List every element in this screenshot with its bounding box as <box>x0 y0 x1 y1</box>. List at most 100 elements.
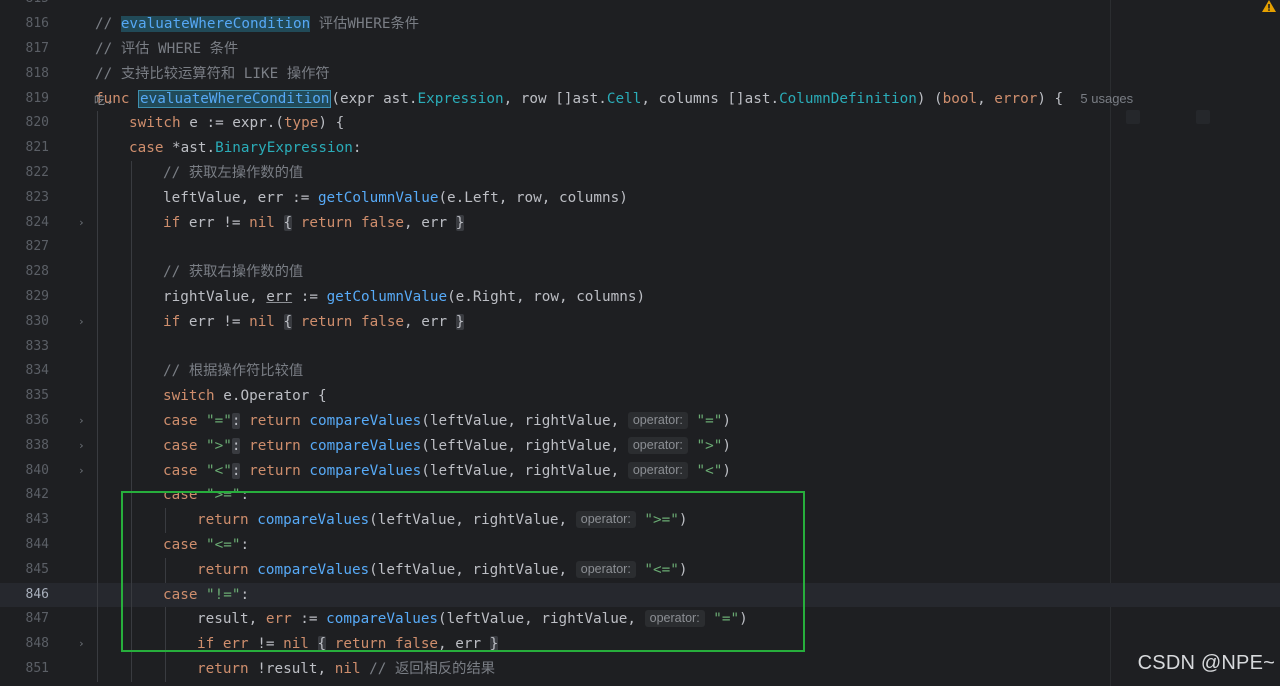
code-line[interactable]: 817 // 评估 WHERE 条件 <box>0 37 1280 62</box>
line-number[interactable]: 838 <box>0 434 49 459</box>
fold-expand-icon[interactable]: › <box>78 216 85 229</box>
code-line[interactable]: 828 // 获取右操作数的值 <box>0 260 1280 285</box>
line-number[interactable]: 829 <box>0 285 49 310</box>
line-number[interactable]: 834 <box>0 359 49 384</box>
code-token: if <box>163 313 189 330</box>
line-number[interactable]: 822 <box>0 161 49 186</box>
code-text[interactable]: case *ast.BinaryExpression: <box>129 136 361 161</box>
line-number[interactable]: 848 <box>0 632 49 657</box>
line-number[interactable]: 845 <box>0 558 49 583</box>
fold-expand-icon[interactable]: › <box>78 415 85 427</box>
code-text[interactable]: case ">": return compareValues(leftValue… <box>163 434 731 459</box>
code-text[interactable]: switch e.Operator { <box>163 384 327 409</box>
indent-guide <box>97 384 98 409</box>
code-token: nil <box>249 313 275 330</box>
line-number[interactable]: 833 <box>0 335 49 360</box>
line-number[interactable]: 816 <box>0 12 49 37</box>
line-number[interactable]: 844 <box>0 533 49 558</box>
usages-link[interactable]: 5 usages <box>1080 91 1133 106</box>
code-line[interactable]: 838 › case ">": return compareValues(leftV… <box>0 433 1280 459</box>
folded-region-marker[interactable]: } <box>455 313 465 330</box>
fold-expand-icon[interactable]: › <box>78 464 85 477</box>
line-number[interactable]: 847 <box>0 607 49 632</box>
code-editor[interactable]: 815816 // evaluateWhereCondition 评估WHERE条… <box>0 0 1280 686</box>
line-number[interactable]: 824 <box>0 211 49 236</box>
code-line[interactable]: 821 case *ast.BinaryExpression: <box>0 136 1280 161</box>
code-line[interactable]: 833 <box>0 334 1280 360</box>
line-number[interactable]: 821 <box>0 136 49 161</box>
code-line[interactable]: 815 <box>0 0 1280 12</box>
code-line[interactable]: 824 › if err != nil { return false, err } <box>0 210 1280 236</box>
line-number[interactable]: 823 <box>0 186 49 211</box>
line-number[interactable]: 820 <box>0 111 49 136</box>
line-number[interactable]: 830 <box>0 310 49 335</box>
line-number[interactable]: 836 <box>0 409 49 434</box>
code-line[interactable]: 830 › if err != nil { return false, err } <box>0 309 1280 335</box>
code-line[interactable]: 823 leftValue, err := getColumnValue(e.Le… <box>0 185 1280 211</box>
indent-guide <box>131 384 132 409</box>
code-text[interactable]: // 获取右操作数的值 <box>163 260 303 285</box>
line-number[interactable]: 827 <box>0 235 49 260</box>
code-line[interactable]: 820 switch e := expr.(type) { <box>0 111 1280 137</box>
code-text[interactable]: if err != nil { return false, err } <box>163 310 465 335</box>
code-text[interactable]: func evaluateWhereCondition (expr ast.Exp… <box>95 87 1133 112</box>
code-line[interactable]: 816 // evaluateWhereCondition 评估WHERE条件 <box>0 12 1280 37</box>
folded-region-marker[interactable]: { <box>283 313 293 330</box>
line-number[interactable]: 846 <box>0 583 49 608</box>
line-number[interactable]: 817 <box>0 37 49 62</box>
code-text[interactable]: switch e := expr.(type) { <box>129 111 344 136</box>
folded-region-marker[interactable]: } <box>455 214 465 231</box>
line-number[interactable]: 842 <box>0 483 49 508</box>
code-text[interactable]: case "<": return compareValues(leftValue… <box>163 459 731 484</box>
code-text[interactable]: case "=": return compareValues(leftValue… <box>163 409 731 434</box>
warning-icon[interactable] <box>1262 0 1276 12</box>
code-text[interactable]: return !result, nil // 返回相反的结果 <box>197 657 495 682</box>
indent-guide <box>97 582 98 608</box>
code-token: // <box>95 16 121 33</box>
fold-expand-icon[interactable]: › <box>78 638 85 650</box>
inlay-action-icon[interactable] <box>1126 110 1140 124</box>
git-annotation-marker[interactable]: 吃⌄ <box>94 92 114 108</box>
indent-guide <box>131 657 132 682</box>
code-text[interactable]: if err != nil { return false, err } <box>163 211 465 236</box>
indent-guide <box>131 185 132 211</box>
line-number[interactable]: 818 <box>0 62 49 87</box>
code-text[interactable]: // 评估 WHERE 条件 <box>95 37 238 62</box>
code-line[interactable]: 819 func evaluateWhereCondition (expr ast.… <box>0 87 1280 112</box>
parameter-hint: operator: <box>627 436 688 454</box>
code-text[interactable]: // 根据操作符比较值 <box>163 359 303 384</box>
inlay-settings-icon[interactable] <box>1196 110 1210 124</box>
line-number[interactable]: 828 <box>0 260 49 285</box>
code-text[interactable]: rightValue, err := getColumnValue(e.Righ… <box>163 285 645 310</box>
code-text[interactable]: leftValue, err := getColumnValue(e.Left,… <box>163 186 628 211</box>
folded-region-marker[interactable]: { <box>283 214 293 231</box>
code-line[interactable]: 829 rightValue, err := getColumnValue(e.R… <box>0 285 1280 310</box>
fold-expand-icon[interactable]: › <box>78 315 85 328</box>
code-line[interactable]: 818 // 支持比较运算符和 LIKE 操作符 <box>0 62 1280 87</box>
code-line[interactable]: 840 › case "<": return compareValues(leftV… <box>0 458 1280 484</box>
code-line[interactable]: 835 switch e.Operator { <box>0 384 1280 409</box>
code-token: "<" <box>687 462 723 479</box>
line-number[interactable]: 819 <box>0 87 49 112</box>
line-number[interactable]: 815 <box>0 0 49 12</box>
code-text[interactable]: // 获取左操作数的值 <box>163 161 303 186</box>
code-line[interactable]: 822 // 获取左操作数的值 <box>0 161 1280 186</box>
code-text[interactable]: // 支持比较运算符和 LIKE 操作符 <box>95 62 330 87</box>
line-number[interactable]: 851 <box>0 657 49 682</box>
code-line[interactable]: 851 return !result, nil // 返回相反的结果 <box>0 657 1280 682</box>
indent-guide <box>97 533 98 558</box>
code-token: , err <box>404 313 456 330</box>
code-line[interactable]: 834 // 根据操作符比较值 <box>0 359 1280 385</box>
line-number[interactable]: 840 <box>0 459 49 484</box>
code-token: ) ( <box>916 90 943 107</box>
line-number[interactable]: 835 <box>0 384 49 409</box>
line-number[interactable]: 843 <box>0 508 49 533</box>
indent-guide <box>97 185 98 211</box>
fold-expand-icon[interactable]: › <box>78 439 85 452</box>
code-token: ">" <box>687 437 723 454</box>
code-line[interactable]: 827 <box>0 235 1280 261</box>
code-token: "<" <box>206 462 232 479</box>
code-line[interactable]: 836 › case "=": return compareValues(leftV… <box>0 409 1280 434</box>
code-text[interactable]: // evaluateWhereCondition 评估WHERE条件 <box>95 12 419 37</box>
code-token: case <box>163 437 207 454</box>
